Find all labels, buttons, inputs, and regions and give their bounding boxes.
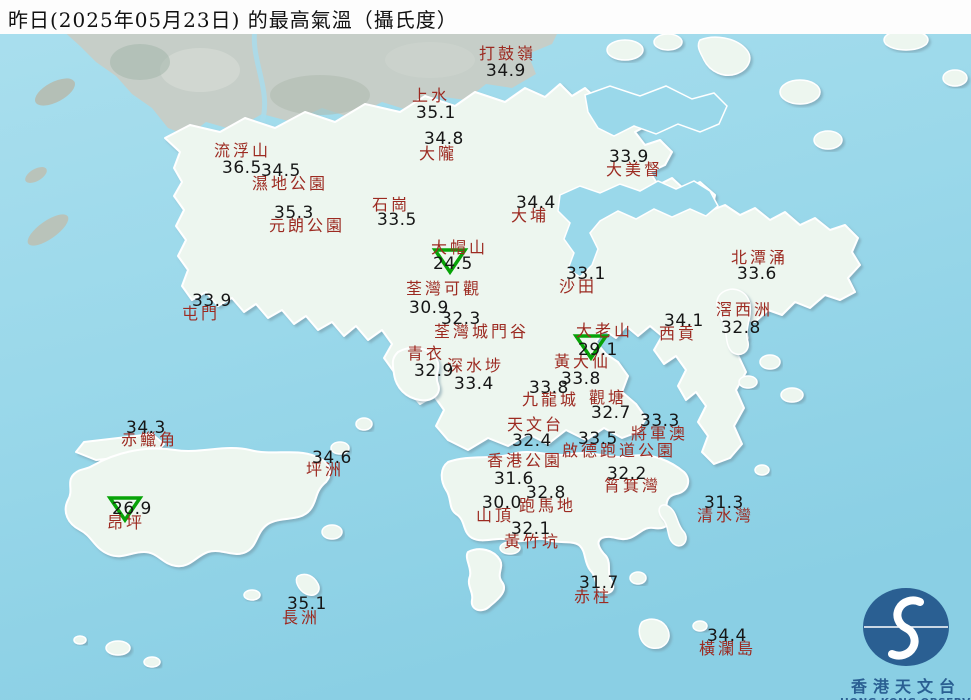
station-temperature: 33.8 (529, 378, 569, 398)
station-temperature: 31.7 (579, 573, 619, 593)
hko-max-temperature-map: 昨日(2025年05月23日) 的最高氣溫（攝氏度） 34.9 打鼓嶺 35.1 上水… (0, 0, 971, 700)
station-temperature: 30.0 (482, 493, 522, 513)
station-temperature: 34.6 (312, 448, 352, 468)
station-temperature: 33.5 (377, 210, 417, 230)
station-temperature: 35.3 (274, 203, 314, 223)
station-temperature: 33.5 (578, 429, 618, 449)
station-temperature: 33.1 (566, 264, 606, 284)
station-temperature: 35.1 (416, 103, 456, 123)
station-temperature: 29.1 (578, 340, 618, 360)
station-temperature: 32.8 (721, 318, 761, 338)
station-label: 深水埗 (447, 356, 505, 375)
station-temperature: 24.5 (433, 254, 473, 274)
station-temperature: 34.4 (707, 626, 747, 646)
station-temperature: 32.8 (526, 483, 566, 503)
station-temperature: 34.9 (486, 61, 526, 81)
station-temperature: 34.5 (261, 161, 301, 181)
title-bar: 昨日(2025年05月23日) 的最高氣溫（攝氏度） (0, 0, 971, 34)
station-label: 打鼓嶺 (479, 44, 537, 63)
hko-logo-icon (863, 588, 949, 666)
hko-logo-chinese-name: 香港天文台 (850, 677, 961, 696)
station-temperature: 34.4 (516, 193, 556, 213)
page-title: 昨日(2025年05月23日) 的最高氣溫（攝氏度） (8, 8, 458, 32)
station-temperature: 26.9 (112, 499, 152, 519)
station-label: 滘西洲 (716, 300, 774, 319)
station-temperature: 33.6 (737, 264, 777, 284)
station-temperature: 36.5 (222, 158, 262, 178)
station-temperature: 33.4 (454, 374, 494, 394)
station-temperature: 32.9 (414, 361, 454, 381)
station-temperature: 31.3 (704, 493, 744, 513)
station-label: 荃灣可觀 (406, 279, 483, 298)
station-temperature: 32.2 (607, 464, 647, 484)
station-temperature: 33.9 (609, 147, 649, 167)
station-label: 大老山 (576, 321, 634, 340)
station-temperature: 33.3 (640, 411, 680, 431)
station-temperature: 32.7 (591, 403, 631, 423)
stations-layer: 34.9 打鼓嶺 35.1 上水 34.8 大隴 36.5 流浮山 34.5 濕地公園 35.3 元朗… (0, 0, 971, 700)
station-temperature: 32.4 (512, 431, 552, 451)
station-temperature: 32.3 (441, 309, 481, 329)
station-temperature: 35.1 (287, 594, 327, 614)
station-label: 上水 (412, 86, 451, 105)
station-temperature: 32.1 (511, 519, 551, 539)
station-temperature: 34.1 (664, 311, 704, 331)
station-label: 香港公園 (487, 451, 564, 470)
station-temperature: 33.9 (192, 291, 232, 311)
hko-logo: 香港天文台 HONG KONG OBSERVATORY (840, 586, 971, 700)
station-temperature: 34.3 (126, 418, 166, 438)
station-label: 流浮山 (214, 141, 272, 160)
station-temperature: 34.8 (424, 129, 464, 149)
station-label: 青衣 (407, 344, 446, 363)
